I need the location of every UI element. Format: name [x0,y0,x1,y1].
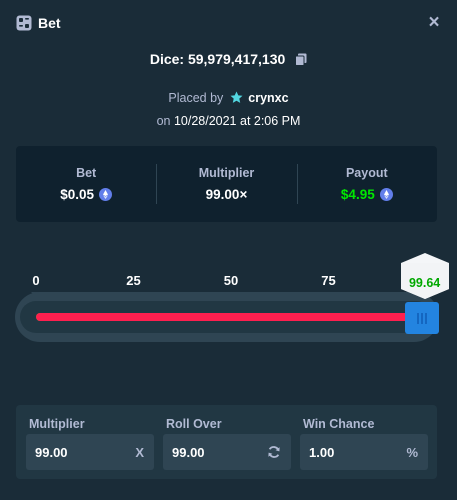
result-marker: 99.64 [396,250,454,302]
stat-bet-value: $0.05 [60,187,95,202]
stat-payout-value: $4.95 [340,187,375,202]
close-button[interactable]: × [425,13,443,33]
stat-bet: Bet $0.05 [16,146,156,222]
multiplier-label: Multiplier [29,417,85,431]
slider-track[interactable] [36,313,426,321]
multiplier-field: Multiplier 99.00 X [26,405,154,479]
rollover-label: Roll Over [166,417,222,431]
result-value: 99.64 [408,276,441,290]
bet-modal: Bet × Dice: 59,979,417,130 Placed by cry… [0,0,457,500]
winchance-input[interactable]: 1.00 % [300,434,428,470]
ethereum-coin-icon [99,188,113,201]
slider-track-lose-range [36,313,423,321]
vip-star-icon [230,91,243,104]
slider-tick-label: 25 [126,273,141,288]
grip-icon [417,312,428,324]
bet-inputs: Multiplier 99.00 X Roll Over 99.00 Win C… [16,405,437,479]
rollover-input[interactable]: 99.00 [163,434,291,470]
roll-over-slider-handle[interactable] [405,302,440,334]
percent-icon: % [406,444,418,460]
slider-ticks: 0255075100 [0,273,457,297]
stat-payout-value-row: $4.95 [341,187,393,202]
placed-by-prefix: Placed by [168,91,224,105]
bet-date: on 10/28/2021 at 2:06 PM [0,114,457,128]
multiplier-input-value: 99.00 [35,444,68,460]
slider-tick-label: 0 [32,273,40,288]
bet-id: Dice: 59,979,417,130 [0,51,457,67]
multiplier-x-icon: X [135,444,144,460]
stat-payout-label: Payout [345,166,388,180]
refresh-icon[interactable] [267,445,281,459]
stat-multiplier: Multiplier 99.00× [156,146,296,222]
winchance-label: Win Chance [303,417,375,431]
stat-multiplier-label: Multiplier [198,166,255,180]
bet-id-text: Dice: 59,979,417,130 [149,51,286,67]
stat-multiplier-value: 99.00× [205,187,248,202]
copy-icon[interactable] [295,53,307,66]
stat-payout: Payout $4.95 [296,146,437,222]
winchance-field: Win Chance 1.00 % [300,405,428,479]
stat-bet-value-row: $0.05 [60,187,113,202]
rollover-input-value: 99.00 [172,444,205,460]
modal-header: Bet × [16,13,443,33]
winchance-input-value: 1.00 [309,444,335,460]
bet-datetime: 10/28/2021 at 2:06 PM [173,114,301,128]
placed-by: Placed by crynxc [0,91,457,105]
slider-tick-label: 75 [321,273,336,288]
rollover-field: Roll Over 99.00 [163,405,291,479]
username-link[interactable]: crynxc [248,91,288,105]
stat-bet-label: Bet [76,166,97,180]
bet-stats: Bet $0.05 Multiplier 99.00× Payout $4.95 [16,146,437,222]
date-prefix: on [156,114,171,128]
dice-icon [16,15,32,31]
slider-tick-label: 50 [223,273,239,288]
multiplier-input[interactable]: 99.00 X [26,434,154,470]
modal-title: Bet [38,15,61,31]
ethereum-coin-icon [379,188,393,201]
